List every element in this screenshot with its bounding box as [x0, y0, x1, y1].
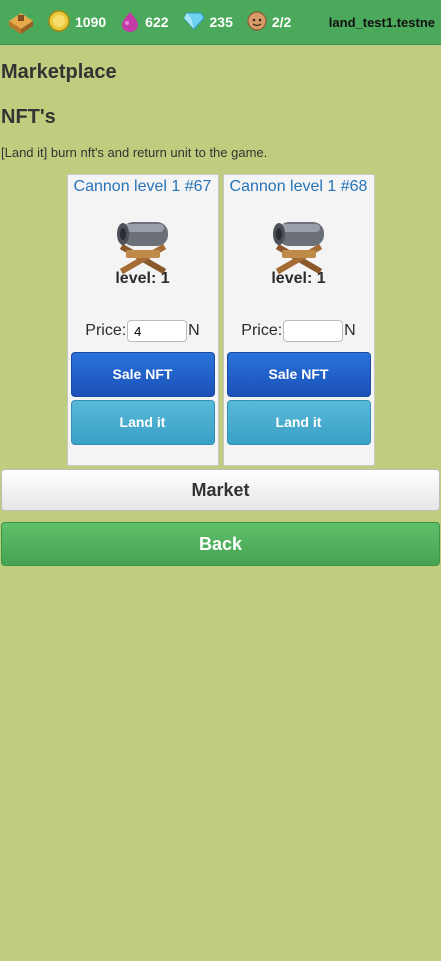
land-it-button[interactable]: Land it [70, 400, 215, 445]
cannon-icon [116, 222, 168, 275]
elixir-icon [120, 10, 140, 35]
elixir-amount: 622 [145, 14, 169, 30]
nft-card: Cannon level 1 #68 level: 1 Price: N Sal… [222, 174, 375, 466]
account-name: land_test1.testne [328, 14, 435, 30]
cannon-icon [272, 222, 324, 275]
worker-icon [247, 10, 267, 34]
price-unit: N [344, 322, 356, 339]
gem-icon [182, 12, 205, 33]
gem-resource: 235 [182, 12, 233, 33]
price-input[interactable] [127, 320, 188, 342]
town-hall-icon[interactable] [6, 9, 36, 35]
sale-nft-button[interactable]: Sale NFT [70, 352, 215, 397]
top-bar: 1090 622 235 2/2 land_test1.testne [0, 0, 441, 45]
market-button[interactable]: Market [1, 469, 440, 511]
gold-coin-icon [48, 9, 70, 35]
gold-resource: 1090 [48, 9, 107, 35]
price-row: Price: N [227, 320, 371, 342]
worker-resource: 2/2 [247, 10, 292, 34]
card-level: level: 1 [115, 270, 170, 287]
worker-amount: 2/2 [271, 14, 292, 30]
price-unit: N [188, 322, 200, 339]
elixir-resource: 622 [120, 10, 169, 35]
gold-amount: 1090 [75, 14, 107, 30]
price-row: Price: N [71, 320, 215, 342]
card-title: Cannon level 1 #67 [73, 178, 212, 195]
price-input[interactable] [283, 320, 344, 342]
description: [Land it] burn nft's and return unit to … [1, 145, 268, 160]
gem-amount: 235 [209, 14, 233, 30]
section-title: NFT's [1, 106, 56, 128]
card-level: level: 1 [271, 270, 326, 287]
card-title: Cannon level 1 #68 [229, 178, 368, 195]
nft-card: Cannon level 1 #67 level: 1 Price: N Sal… [66, 174, 219, 466]
price-label: Price: [241, 322, 283, 339]
land-it-button[interactable]: Land it [226, 400, 371, 445]
sale-nft-button[interactable]: Sale NFT [226, 352, 371, 397]
price-label: Price: [85, 322, 127, 339]
nft-card-list: Cannon level 1 #67 level: 1 Price: N Sal… [0, 174, 441, 466]
back-button[interactable]: Back [1, 522, 440, 566]
page-title: Marketplace [1, 61, 117, 83]
